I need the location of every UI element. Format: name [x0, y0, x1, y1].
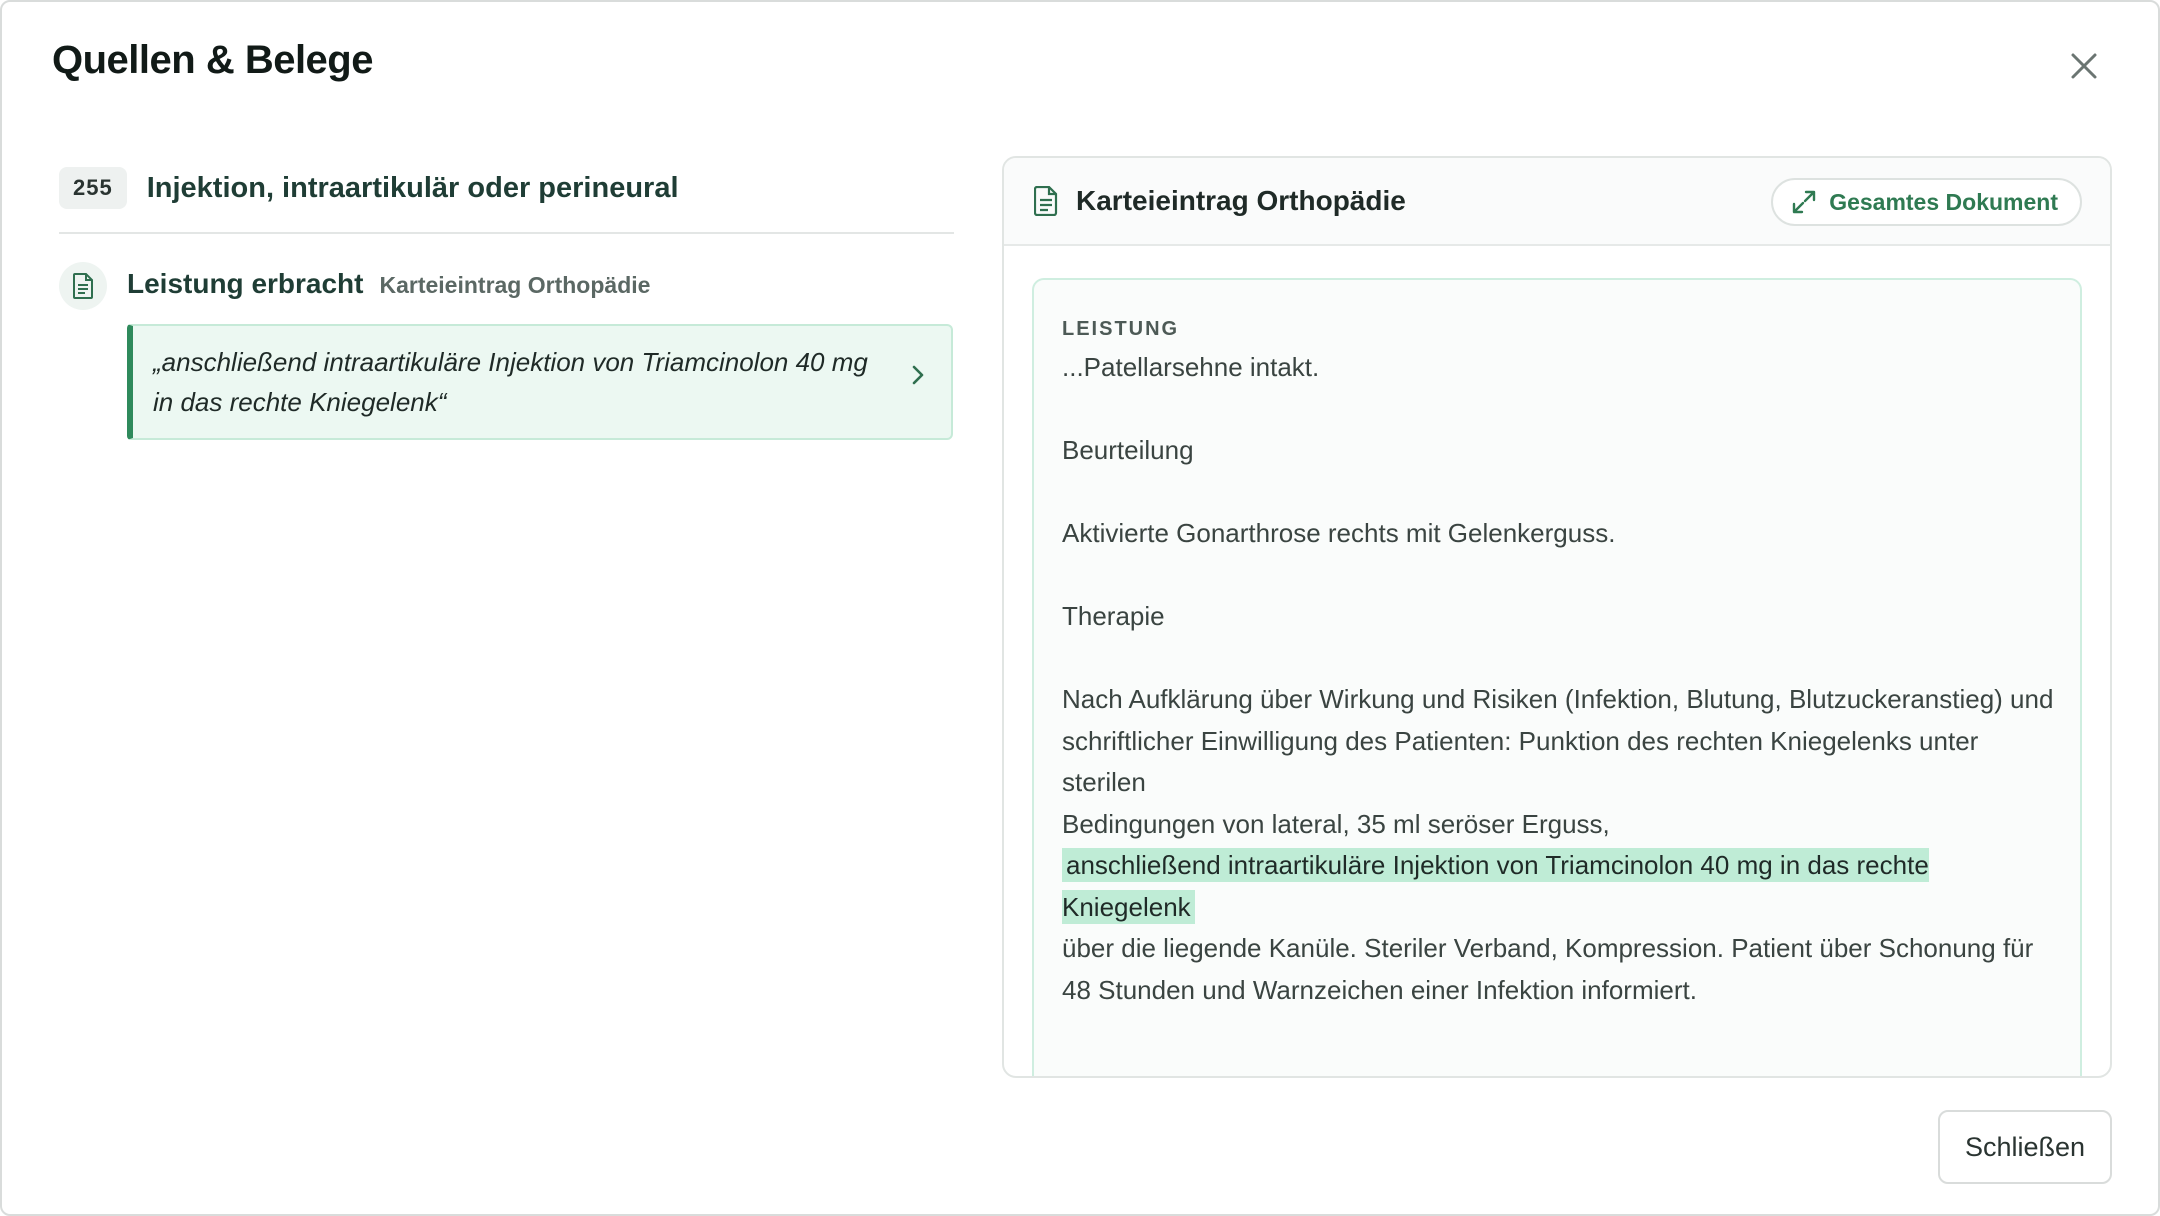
quote-text: „anschließend intraartikuläre Injektion … [153, 347, 868, 417]
evidence-icon-circle [59, 262, 107, 310]
doc-line: 48 Stunden und Warnzeichen einer Infekti… [1062, 974, 1697, 1005]
highlighted-passage: anschließend intraartikuläre Injektion v… [1062, 848, 1929, 924]
doc-line: über die liegende Kanüle. Steriler Verba… [1062, 933, 2034, 963]
full-document-label: Gesamtes Dokument [1829, 188, 2058, 215]
document-text: ...Patellarsehne intakt. Beurteilung Akt… [1062, 347, 2054, 1011]
evidence-item: Leistung erbracht Karteieintrag Orthopäd… [59, 262, 954, 440]
full-document-button[interactable]: Gesamtes Dokument [1771, 178, 2082, 226]
close-icon [2071, 53, 2097, 79]
doc-line: Bedingungen von lateral, 35 ml seröser E… [1062, 808, 1610, 839]
divider [59, 232, 954, 234]
doc-line: schriftlicher Einwilligung des Patienten… [1062, 725, 1979, 798]
doc-line: Aktivierte Gonarthrose rechts mit Gelenk… [1062, 518, 1616, 548]
doc-line: Therapie [1062, 601, 1165, 631]
document-icon [73, 273, 93, 299]
document-header: Karteieintrag Orthopädie Gesamtes Dokume… [1004, 158, 2110, 246]
evidence-source: Karteieintrag Orthopädie [379, 272, 651, 298]
close-dialog-button[interactable]: Schließen [1938, 1110, 2112, 1184]
service-title: Injektion, intraartikulär oder perineura… [146, 171, 679, 204]
document-title: Karteieintrag Orthopädie [1076, 185, 1406, 216]
evidence-quote[interactable]: „anschließend intraartikuläre Injektion … [127, 324, 953, 440]
chevron-right-icon [912, 365, 924, 385]
service-header: 255 Injektion, intraartikulär oder perin… [59, 162, 954, 214]
doc-line: ...Patellarsehne intakt. [1062, 352, 1320, 382]
evidence-title: Leistung erbracht [127, 268, 364, 299]
close-button[interactable] [2060, 42, 2108, 90]
sources-dialog: Quellen & Belege 255 Injektion, intraart… [0, 0, 2160, 1216]
section-label: LEISTUNG [1062, 318, 1180, 340]
document-excerpt: LEISTUNG ...Patellarsehne intakt. Beurte… [1032, 278, 2082, 1076]
doc-line: Nach Aufklärung über Wirkung und Risiken… [1062, 684, 2054, 714]
expand-icon [1792, 190, 1816, 214]
document-panel: Karteieintrag Orthopädie Gesamtes Dokume… [1002, 156, 2112, 1078]
doc-line: Beurteilung [1062, 435, 1194, 465]
dialog-title: Quellen & Belege [52, 38, 373, 82]
document-icon [1034, 186, 1058, 216]
service-code-badge: 255 [59, 167, 127, 209]
evidence-panel: 255 Injektion, intraartikulär oder perin… [59, 162, 954, 440]
